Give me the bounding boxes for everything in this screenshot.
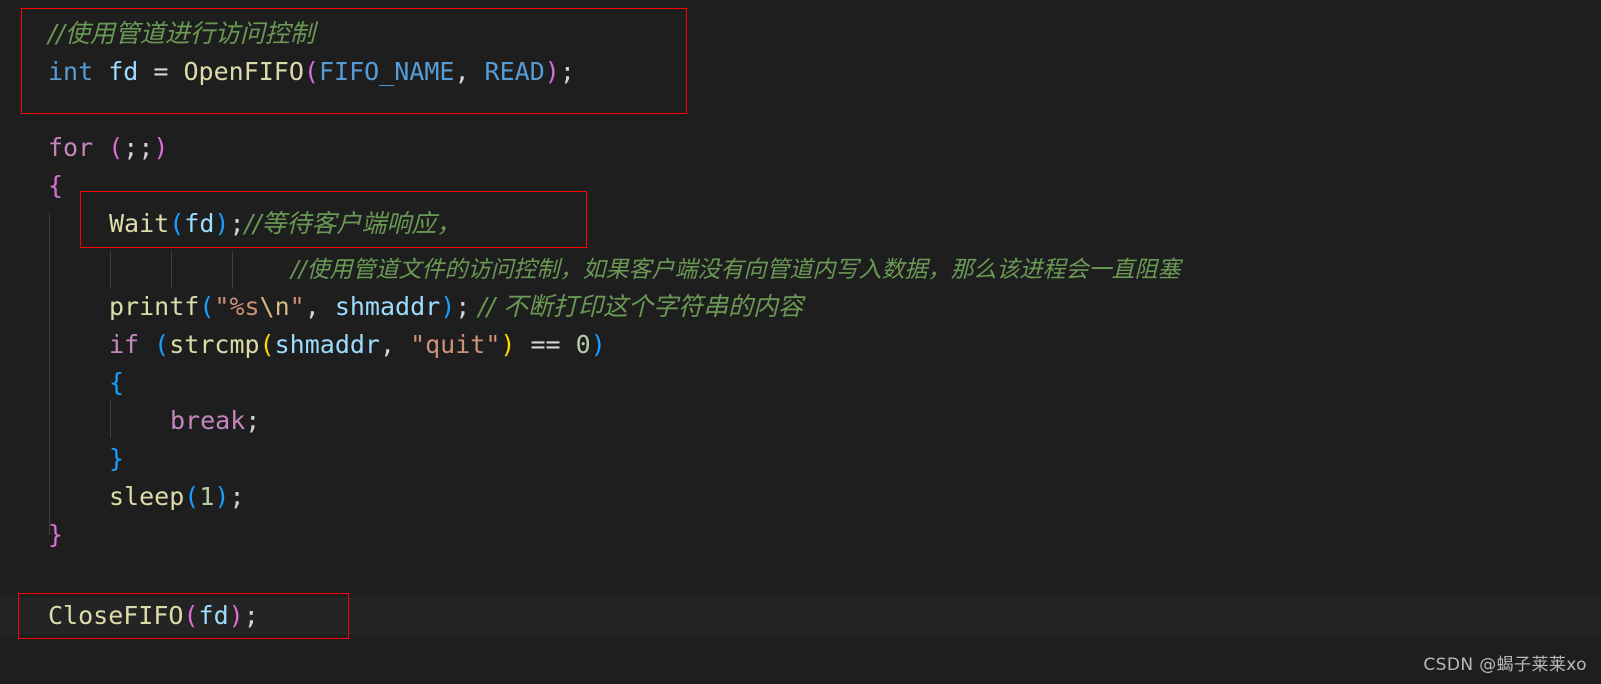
token-quote-close: " (289, 292, 305, 321)
token-keyword-int: int (48, 57, 94, 86)
code-line-6: //使用管道文件的访问控制，如果客户端没有向管道内写入数据，那么该进程会一直阻塞 (0, 251, 1601, 289)
token-comma-2: , (304, 292, 335, 321)
token-comment-line1: //使用管道进行访问控制 (48, 19, 315, 48)
token-semicolons-for: ;; (123, 133, 154, 162)
csdn-watermark: CSDN @蝎子莱莱xo (1423, 655, 1587, 675)
token-semicolon-5: ; (229, 482, 245, 511)
code-line-2: int fd = OpenFIFO(FIFO_NAME, READ); (0, 53, 1601, 91)
token-comment-line7: // 不断打印这个字符串的内容 (470, 292, 804, 321)
token-func-strcmp: strcmp (169, 330, 260, 359)
code-line-7: printf("%s\n", shmaddr); // 不断打印这个字符串的内容 (0, 288, 1601, 326)
token-paren-close-5: ) (590, 330, 606, 359)
code-line-13: } (0, 516, 1601, 554)
token-paren-open-2: ( (108, 133, 124, 162)
token-space-1 (93, 57, 108, 86)
token-quote-open: " (214, 292, 230, 321)
token-space-3 (139, 330, 154, 359)
token-func-sleep: sleep (109, 482, 185, 511)
token-paren-close-1: ) (544, 57, 560, 86)
token-macro-fifo-name: FIFO_NAME (318, 57, 455, 86)
token-func-printf: printf (109, 292, 200, 321)
token-number-one: 1 (199, 482, 215, 511)
code-line-12: sleep(1); (0, 478, 1601, 516)
token-paren-close-4: ) (440, 292, 456, 321)
token-brace-close-inner: } (109, 444, 125, 473)
token-paren-open-6: ( (259, 330, 275, 359)
token-var-fd-2: fd (184, 209, 215, 238)
token-brace-open-inner: { (109, 368, 125, 397)
token-macro-read: READ (484, 57, 545, 86)
token-paren-close-3: ) (214, 209, 230, 238)
token-func-closefifo: CloseFIFO (48, 601, 184, 630)
token-brace-open-outer: { (48, 171, 64, 200)
token-string-quit: "quit" (410, 330, 501, 359)
token-comment-line5: //等待客户端响应， (244, 209, 462, 238)
code-line-3: for (;;) (0, 129, 1601, 167)
token-comma-1: , (454, 57, 485, 86)
token-paren-close-8: ) (228, 601, 244, 630)
token-paren-open-4: ( (199, 292, 215, 321)
token-paren-open-7: ( (184, 482, 200, 511)
token-semicolon-2: ; (229, 209, 245, 238)
token-paren-open-3: ( (169, 209, 185, 238)
token-var-shmaddr-2: shmaddr (274, 330, 380, 359)
token-semicolon-3: ; (455, 292, 471, 321)
token-operator-equality: == (515, 330, 576, 359)
code-editor-canvas: //使用管道进行访问控制 int fd = OpenFIFO(FIFO_NAME… (0, 0, 1601, 684)
token-func-wait: Wait (109, 209, 170, 238)
token-paren-close-2: ) (153, 133, 169, 162)
token-control-if: if (109, 330, 140, 359)
token-semicolon-1: ; (559, 57, 575, 86)
token-paren-close-6: ) (500, 330, 516, 359)
code-line-10: break; (0, 402, 1601, 440)
code-line-9: { (0, 364, 1601, 402)
token-space-2 (93, 133, 108, 162)
token-paren-open-1: ( (303, 57, 319, 86)
token-semicolon-4: ; (245, 406, 261, 435)
token-brace-close-outer: } (48, 520, 64, 549)
token-paren-open-8: ( (183, 601, 199, 630)
token-semicolon-6: ; (243, 601, 259, 630)
code-line-14: CloseFIFO(fd); (0, 597, 1601, 635)
token-paren-close-7: ) (214, 482, 230, 511)
token-control-for: for (48, 133, 94, 162)
token-operator-equals: = (138, 57, 184, 86)
token-comment-line6: //使用管道文件的访问控制，如果客户端没有向管道内写入数据，那么该进程会一直阻塞 (291, 257, 1181, 283)
token-control-break: break (170, 406, 246, 435)
token-var-fd: fd (108, 57, 139, 86)
code-line-4: { (0, 167, 1601, 205)
code-line-5: Wait(fd);//等待客户端响应， (0, 205, 1601, 243)
token-paren-open-5: ( (154, 330, 170, 359)
token-var-shmaddr-1: shmaddr (334, 292, 441, 321)
token-func-openfifo: OpenFIFO (183, 57, 304, 86)
code-line-8: if (strcmp(shmaddr, "quit") == 0) (0, 326, 1601, 364)
token-number-zero: 0 (575, 330, 591, 359)
token-format-percent-s: %s (229, 292, 260, 321)
token-comma-3: , (379, 330, 411, 359)
token-format-newline: \n (259, 292, 290, 321)
code-line-11: } (0, 440, 1601, 478)
code-line-1: //使用管道进行访问控制 (0, 15, 1601, 53)
token-var-fd-3: fd (198, 601, 229, 630)
